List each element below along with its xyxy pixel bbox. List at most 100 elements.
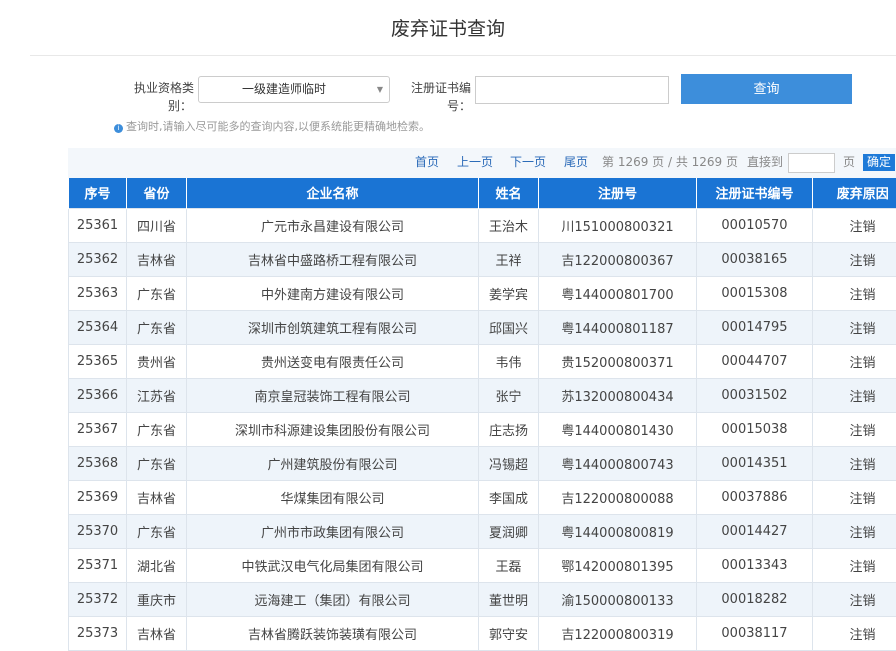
first-page-link[interactable]: 首页 xyxy=(415,148,439,176)
table-cell: 25365 xyxy=(69,344,127,378)
table-cell: 注销 xyxy=(813,446,896,480)
table-cell: 00013343 xyxy=(697,548,813,582)
page-title: 废弃证书查询 xyxy=(0,14,896,41)
table-cell: 广元市永昌建设有限公司 xyxy=(187,208,479,242)
table-cell: 鄂142000801395 xyxy=(539,548,697,582)
table-cell: 江苏省 xyxy=(127,378,187,412)
table-cell: 粤144000801700 xyxy=(539,276,697,310)
table-row: 25361四川省广元市永昌建设有限公司王治木川15100080032100010… xyxy=(69,208,896,242)
cert-label: 注册证书编 xyxy=(411,77,471,99)
table-cell: 姜学宾 xyxy=(479,276,539,310)
table-cell: 董世明 xyxy=(479,582,539,616)
prev-page-link[interactable]: 上一页 xyxy=(457,148,493,176)
qualification-type-select[interactable]: 一级建造师临时▼ xyxy=(198,76,390,103)
table-row: 25365贵州省贵州送变电有限责任公司韦伟贵152000800371000447… xyxy=(69,344,896,378)
table-cell: 注销 xyxy=(813,582,896,616)
table-row: 25369吉林省华煤集团有限公司李国成吉12200080008800037886… xyxy=(69,480,896,514)
table-cell: 25370 xyxy=(69,514,127,548)
table-cell: 00010570 xyxy=(697,208,813,242)
table-cell: 吉林省 xyxy=(127,242,187,276)
table-cell: 渝150000800133 xyxy=(539,582,697,616)
table-cell: 韦伟 xyxy=(479,344,539,378)
table-cell: 注销 xyxy=(813,310,896,344)
table-cell: 王磊 xyxy=(479,548,539,582)
table-cell: 中外建南方建设有限公司 xyxy=(187,276,479,310)
table-cell: 邱国兴 xyxy=(479,310,539,344)
type-label-cont: 别： xyxy=(168,99,192,113)
confirm-button[interactable]: 确定 xyxy=(863,154,895,171)
table-cell: 00014427 xyxy=(697,514,813,548)
table-cell: 深圳市创筑建筑工程有限公司 xyxy=(187,310,479,344)
table-cell: 00031502 xyxy=(697,378,813,412)
column-header: 序号 xyxy=(69,178,127,208)
table-cell: 00014351 xyxy=(697,446,813,480)
table-cell: 25369 xyxy=(69,480,127,514)
table-cell: 广东省 xyxy=(127,310,187,344)
table-cell: 吉122000800088 xyxy=(539,480,697,514)
table-cell: 00038165 xyxy=(697,242,813,276)
table-cell: 川151000800321 xyxy=(539,208,697,242)
table-cell: 25363 xyxy=(69,276,127,310)
table-cell: 25366 xyxy=(69,378,127,412)
cert-number-input[interactable] xyxy=(475,76,669,104)
last-page-link[interactable]: 尾页 xyxy=(564,148,588,176)
table-cell: 苏132000800434 xyxy=(539,378,697,412)
table-cell: 25361 xyxy=(69,208,127,242)
table-cell: 吉122000800367 xyxy=(539,242,697,276)
table-cell: 25368 xyxy=(69,446,127,480)
table-row: 25372重庆市远海建工（集团）有限公司董世明渝1500008001330001… xyxy=(69,582,896,616)
column-header: 注册号 xyxy=(539,178,697,208)
table-cell: 夏润卿 xyxy=(479,514,539,548)
table-cell: 00037886 xyxy=(697,480,813,514)
table-cell: 广东省 xyxy=(127,514,187,548)
table-cell: 25372 xyxy=(69,582,127,616)
pagination: 首页 上一页 下一页 尾页 第 1269 页 / 共 1269 页 直接到 页 … xyxy=(68,148,896,178)
goto-page-input[interactable] xyxy=(788,153,835,173)
table-cell: 贵州送变电有限责任公司 xyxy=(187,344,479,378)
table-cell: 广东省 xyxy=(127,276,187,310)
column-header: 姓名 xyxy=(479,178,539,208)
table-cell: 25362 xyxy=(69,242,127,276)
page-unit: 页 xyxy=(843,148,855,176)
results-table: 序号省份企业名称姓名注册号注册证书编号废弃原因 25361四川省广元市永昌建设有… xyxy=(68,178,896,651)
table-cell: 25371 xyxy=(69,548,127,582)
table-cell: 25364 xyxy=(69,310,127,344)
select-value: 一级建造师临时 xyxy=(242,82,326,96)
table-row: 25363广东省中外建南方建设有限公司姜学宾粤14400080170000015… xyxy=(69,276,896,310)
table-cell: 00018282 xyxy=(697,582,813,616)
column-header: 省份 xyxy=(127,178,187,208)
table-cell: 广州市市政集团有限公司 xyxy=(187,514,479,548)
divider xyxy=(30,55,896,56)
table-cell: 张宁 xyxy=(479,378,539,412)
column-header: 废弃原因 xyxy=(813,178,896,208)
table-cell: 远海建工（集团）有限公司 xyxy=(187,582,479,616)
table-cell: 庄志扬 xyxy=(479,412,539,446)
hint-text: 查询时,请输入尽可能多的查询内容,以便系统能更精确地检索。 xyxy=(126,120,430,133)
column-header: 企业名称 xyxy=(187,178,479,208)
table-cell: 粤144000800743 xyxy=(539,446,697,480)
table-cell: 注销 xyxy=(813,514,896,548)
next-page-link[interactable]: 下一页 xyxy=(510,148,546,176)
table-cell: 00044707 xyxy=(697,344,813,378)
table-cell: 广东省 xyxy=(127,446,187,480)
query-button[interactable]: 查询 xyxy=(681,74,852,104)
table-cell: 粤144000800819 xyxy=(539,514,697,548)
table-cell: 粤144000801187 xyxy=(539,310,697,344)
table-cell: 南京皇冠装饰工程有限公司 xyxy=(187,378,479,412)
table-cell: 湖北省 xyxy=(127,548,187,582)
table-cell: 广州建筑股份有限公司 xyxy=(187,446,479,480)
table-cell: 注销 xyxy=(813,378,896,412)
table-row: 25366江苏省南京皇冠装饰工程有限公司张宁苏13200080043400031… xyxy=(69,378,896,412)
table-cell: 华煤集团有限公司 xyxy=(187,480,479,514)
info-icon: i xyxy=(114,124,123,133)
table-cell: 注销 xyxy=(813,480,896,514)
table-cell: 重庆市 xyxy=(127,582,187,616)
search-hint: i查询时,请输入尽可能多的查询内容,以便系统能更精确地检索。 xyxy=(114,118,430,134)
table-cell: 贵州省 xyxy=(127,344,187,378)
table-row: 25367广东省深圳市科源建设集团股份有限公司庄志扬粤1440008014300… xyxy=(69,412,896,446)
table-cell: 贵152000800371 xyxy=(539,344,697,378)
table-cell: 王治木 xyxy=(479,208,539,242)
type-label: 执业资格类 xyxy=(134,77,194,99)
table-row: 25362吉林省吉林省中盛路桥工程有限公司王祥吉1220008003670003… xyxy=(69,242,896,276)
table-cell: 深圳市科源建设集团股份有限公司 xyxy=(187,412,479,446)
